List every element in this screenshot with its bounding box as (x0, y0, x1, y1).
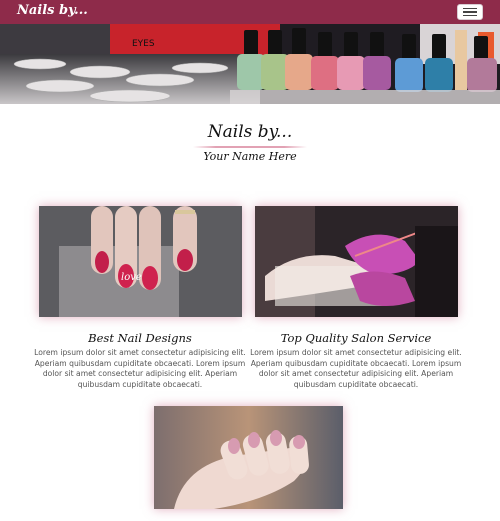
nail-polish-bottles-image: EYES (0, 24, 500, 104)
brand-logo-link[interactable]: Nails by... (17, 3, 88, 18)
navbar: Nails by... (0, 0, 500, 24)
page-subtitle: Your Name Here (203, 150, 297, 163)
card-image-manicure (154, 406, 343, 509)
card-text: Lorem ipsum dolor sit amet consectetur a… (250, 348, 462, 389)
card-image-salon-service (255, 206, 458, 317)
card-text: Lorem ipsum dolor sit amet consectetur a… (34, 348, 246, 389)
hero-image: EYES (0, 24, 500, 104)
hero-sign-text: EYES (132, 39, 155, 49)
hamburger-icon-line (463, 14, 477, 17)
navbar-toggle-button[interactable] (457, 4, 483, 20)
hamburger-icon-line (463, 11, 477, 13)
nail-design-photo: love (39, 206, 242, 317)
card-title: Best Nail Designs (88, 331, 192, 345)
hamburger-icon-line (463, 7, 477, 10)
manicure-photo (154, 406, 343, 509)
card-image-nail-designs: love (39, 206, 242, 317)
salon-service-photo (255, 206, 458, 317)
card-title: Top Quality Salon Service (280, 331, 432, 345)
title-divider (193, 146, 307, 148)
page-title: Nails by... (207, 122, 293, 142)
nail-art-lettering: love (121, 272, 142, 283)
